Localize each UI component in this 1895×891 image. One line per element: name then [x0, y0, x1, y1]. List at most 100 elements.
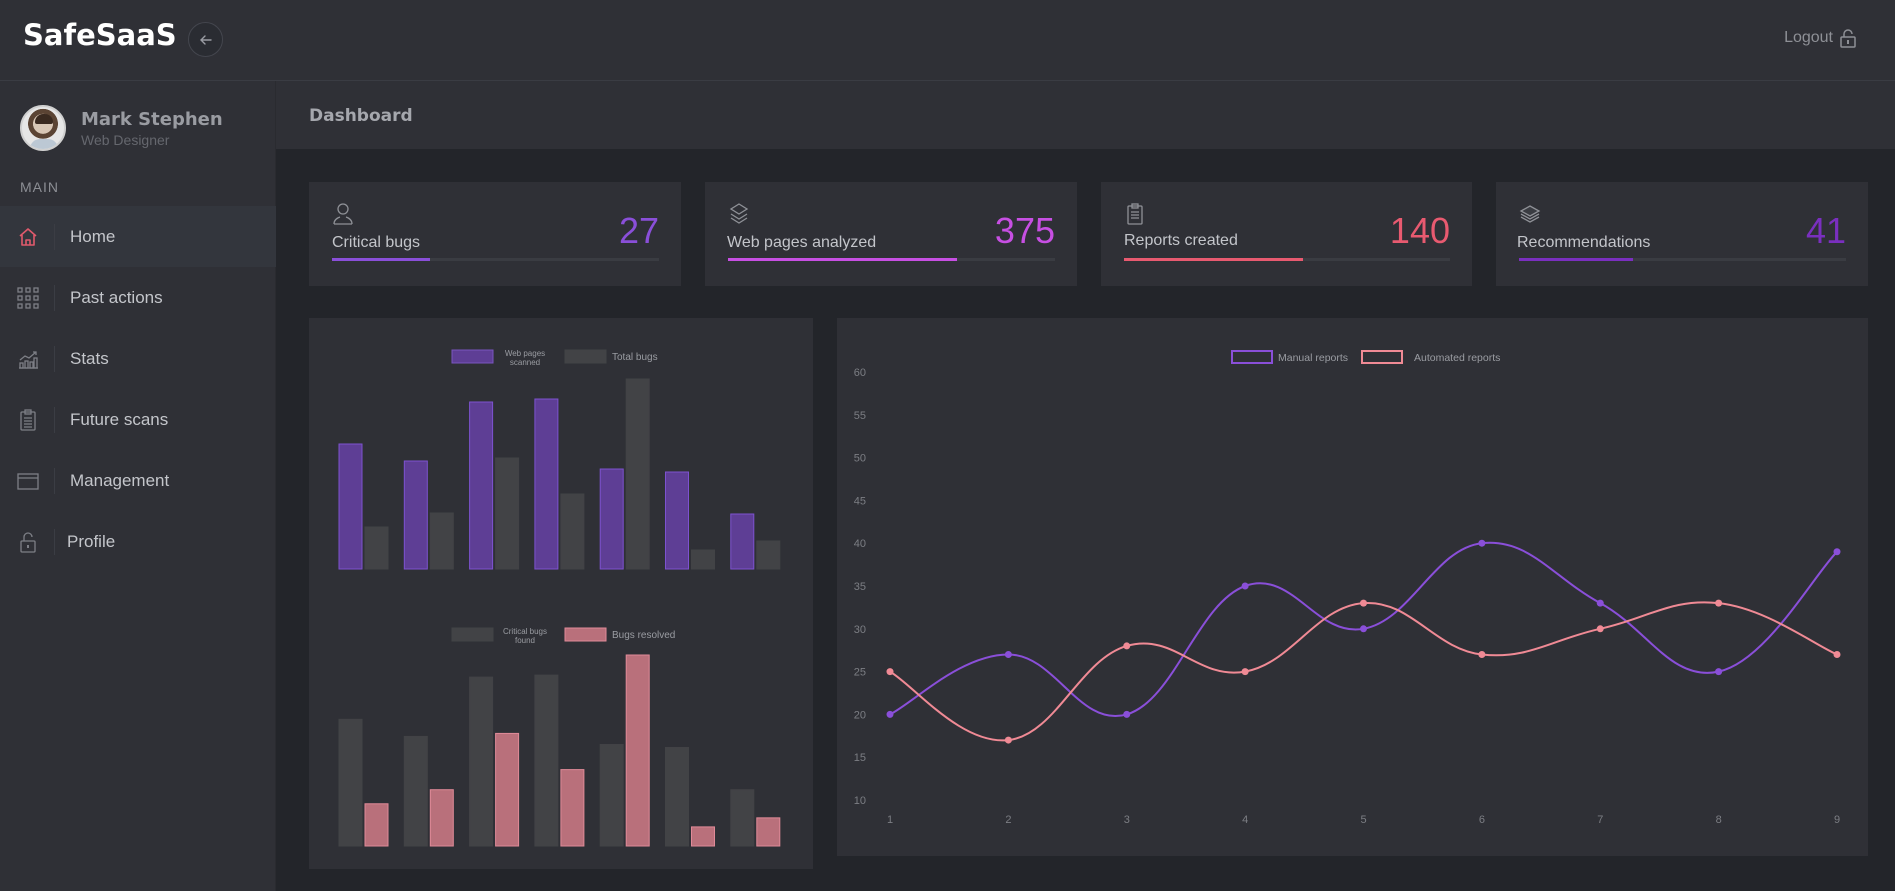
bar-total-bugs-4 [560, 493, 585, 570]
page-header: Dashboard [276, 81, 1895, 149]
bar-total-bugs-3 [495, 457, 520, 570]
clipboard-icon [1127, 203, 1143, 225]
stat-value: 27 [618, 210, 659, 251]
point-automated-reports-5 [1360, 599, 1367, 607]
x-tick-label: 2 [1005, 814, 1011, 826]
sidebar-item-profile[interactable]: Profile [0, 511, 276, 572]
point-manual-reports-9 [1833, 548, 1841, 556]
collapse-sidebar-button[interactable] [188, 22, 223, 57]
bar-total-bugs-6 [691, 549, 715, 570]
y-tick-label: 30 [854, 624, 866, 636]
bar-bugs-resolved-5 [625, 654, 650, 847]
sidebar-item-stats[interactable]: Stats [0, 328, 276, 389]
bar-bugs-resolved-7 [756, 817, 781, 847]
bar-critical-bugs-found-6 [665, 746, 689, 847]
point-automated-reports-1 [886, 668, 894, 676]
x-tick-label: 9 [1834, 814, 1840, 826]
sidebar-item-label: Future scans [70, 409, 169, 429]
stat-progress-bar [1124, 258, 1450, 261]
sidebar-item-label: Stats [70, 348, 109, 368]
layers-icon [729, 203, 749, 224]
stat-card-reports[interactable]: Reports created 140 [1101, 182, 1472, 286]
sidebar-item-home[interactable]: Home [0, 206, 276, 267]
section-label-main: MAIN [20, 179, 59, 195]
point-manual-reports-3 [1123, 710, 1131, 718]
y-tick-label: 45 [854, 495, 866, 507]
point-manual-reports-8 [1715, 668, 1723, 676]
point-manual-reports-4 [1241, 582, 1249, 590]
y-tick-label: 40 [854, 538, 866, 550]
stat-label: Recommendations [1517, 234, 1651, 251]
x-tick-label: 5 [1360, 814, 1366, 826]
stat-card-recommendations[interactable]: Recommendations 41 [1496, 182, 1868, 286]
point-automated-reports-4 [1241, 668, 1249, 676]
legend-swatch-bugs-resolved [564, 627, 607, 642]
sidebar-item-past-actions[interactable]: Past actions [0, 267, 276, 328]
stat-card-critical-bugs[interactable]: Critical bugs 27 [309, 182, 681, 286]
bar-critical-bugs-found-3 [469, 676, 494, 847]
y-tick-label: 20 [854, 709, 866, 721]
legend-swatch-critical-bugs-found [451, 627, 494, 642]
bar-web-pages-scanned-3 [469, 401, 494, 570]
avatar [20, 105, 66, 151]
stat-label: Reports created [1124, 232, 1238, 249]
unlock-icon [1840, 29, 1856, 48]
bar-critical-bugs-found-4 [534, 674, 559, 847]
y-tick-label: 10 [854, 795, 866, 807]
stat-progress-bar [728, 258, 1055, 261]
sidebar-item-label: Home [70, 226, 116, 246]
bar-chart-pages-bugs: Web pages scanned Total bugs [338, 349, 781, 570]
bar-critical-bugs-found-5 [599, 743, 624, 847]
legend-label-manual-reports: Manual reports [1278, 352, 1348, 364]
stat-progress-bar [1519, 258, 1846, 261]
sidebar-item-management[interactable]: Management [0, 450, 276, 511]
user-name: Mark Stephen [81, 108, 223, 130]
x-tick-label: 4 [1242, 814, 1248, 826]
stat-value: 140 [1389, 210, 1450, 251]
point-manual-reports-1 [886, 710, 894, 718]
stat-progress-fill [1124, 258, 1304, 261]
legend-label-automated-reports: Automated reports [1414, 352, 1500, 364]
stat-progress-bar [332, 258, 659, 261]
y-tick-label: 55 [854, 410, 866, 422]
bar-total-bugs-1 [364, 526, 389, 570]
stat-progress-fill [332, 258, 431, 261]
x-tick-label: 8 [1716, 814, 1722, 826]
bar-critical-bugs-found-2 [403, 735, 428, 847]
bar-web-pages-scanned-7 [730, 513, 755, 570]
point-automated-reports-2 [1004, 736, 1012, 744]
point-manual-reports-2 [1004, 650, 1012, 658]
line-chart-reports: 10152025303540455055601 2 3 4 5 6 7 8 9Manual re… [854, 350, 1841, 826]
top-bar: SafeSaaS Logout [0, 0, 1895, 81]
home-icon [19, 227, 37, 246]
bar-critical-bugs-found-1 [338, 718, 363, 847]
sidebar: Mark Stephen Web Designer MAIN Home Past… [0, 81, 276, 891]
point-manual-reports-6 [1478, 539, 1486, 547]
sidebar-item-label: Management [70, 470, 170, 490]
grid-icon [17, 286, 39, 309]
y-tick-label: 35 [854, 581, 866, 593]
arrow-left-icon [199, 34, 212, 45]
bar-web-pages-scanned-6 [665, 471, 689, 570]
bar-web-pages-scanned-2 [403, 460, 428, 570]
point-automated-reports-6 [1478, 650, 1486, 658]
sidebar-item-future-scans[interactable]: Future scans [0, 389, 276, 450]
point-automated-reports-9 [1833, 650, 1841, 658]
brand-logo[interactable]: SafeSaaS [23, 18, 177, 52]
point-automated-reports-8 [1715, 599, 1723, 607]
logout-label: Logout [1784, 29, 1833, 46]
logout-button[interactable]: Logout [1784, 28, 1857, 48]
bar-charts-panel: Web pages scanned Total bugs Critical bugs… [309, 318, 813, 869]
user-profile[interactable]: Mark Stephen Web Designer [20, 105, 223, 151]
legend-label-critical-bugs-found: Critical bugs found [503, 627, 547, 645]
clipboard-icon [20, 408, 36, 431]
stat-value: 375 [994, 210, 1055, 251]
bar-total-bugs-5 [625, 378, 650, 570]
user-role: Web Designer [81, 131, 170, 148]
page-title: Dashboard [309, 106, 413, 126]
unlock-icon [20, 531, 36, 553]
bar-total-bugs-7 [756, 540, 781, 570]
stat-card-web-pages[interactable]: Web pages analyzed 375 [705, 182, 1077, 286]
legend-label-total-bugs: Total bugs [612, 352, 658, 363]
legend-label-web-pages-scanned: Web pages scanned [505, 349, 545, 367]
